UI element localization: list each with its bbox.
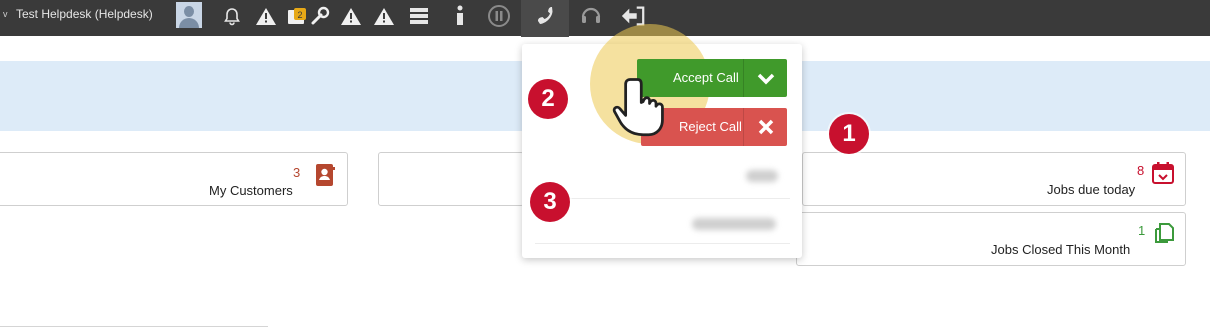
- divider: [535, 198, 790, 199]
- divider: [535, 243, 790, 244]
- dropdown-caret: [533, 37, 547, 44]
- customers-count: 3: [293, 165, 301, 180]
- user-name-label[interactable]: Test Helpdesk (Helpdesk): [16, 7, 153, 21]
- user-dropdown-caret[interactable]: v: [3, 9, 8, 19]
- calendar-icon: [1152, 162, 1174, 184]
- warning-icon[interactable]: [338, 3, 364, 29]
- pause-icon[interactable]: [486, 3, 512, 29]
- blurred-caller-name: [692, 218, 776, 230]
- card-blank[interactable]: [378, 152, 524, 206]
- warning-icon[interactable]: [371, 3, 397, 29]
- jobs-closed-label: Jobs Closed This Month: [991, 242, 1131, 257]
- pointer-hand-icon: [612, 78, 664, 137]
- jobs-due-label: Jobs due today: [1047, 182, 1136, 197]
- checkmark-icon: [757, 73, 775, 85]
- divider: [0, 326, 268, 327]
- step-badge-2: 2: [528, 79, 568, 119]
- customers-label: My Customers: [209, 183, 293, 198]
- close-icon: [758, 119, 774, 135]
- reject-call-label: Reject Call: [679, 119, 742, 134]
- info-icon[interactable]: [447, 3, 473, 29]
- step-badge-3: 3: [530, 182, 570, 222]
- address-book-icon: [316, 164, 335, 186]
- top-navbar: v Test Helpdesk (Helpdesk) 2: [0, 0, 1210, 37]
- headset-icon[interactable]: [578, 3, 604, 29]
- svg-text:2: 2: [297, 10, 302, 20]
- card-jobs-due-today[interactable]: Jobs due today: [802, 152, 1186, 206]
- jobs-due-count: 8: [1137, 163, 1145, 178]
- document-copy-icon: [1155, 223, 1174, 243]
- warning-icon[interactable]: [253, 3, 279, 29]
- avatar[interactable]: [176, 2, 202, 28]
- phone-icon: [538, 7, 553, 24]
- jobs-closed-count: 1: [1138, 223, 1146, 238]
- blurred-caller-number: [746, 170, 778, 182]
- card-jobs-closed[interactable]: Jobs Closed This Month: [796, 212, 1186, 266]
- wrench-icon[interactable]: [307, 3, 333, 29]
- accept-call-label: Accept Call: [673, 70, 739, 85]
- phone-menu-button[interactable]: [521, 0, 569, 37]
- server-icon[interactable]: [406, 3, 432, 29]
- bell-icon[interactable]: [219, 3, 245, 29]
- card-my-customers[interactable]: 3 My Customers: [0, 152, 348, 206]
- step-badge-1: 1: [829, 114, 869, 154]
